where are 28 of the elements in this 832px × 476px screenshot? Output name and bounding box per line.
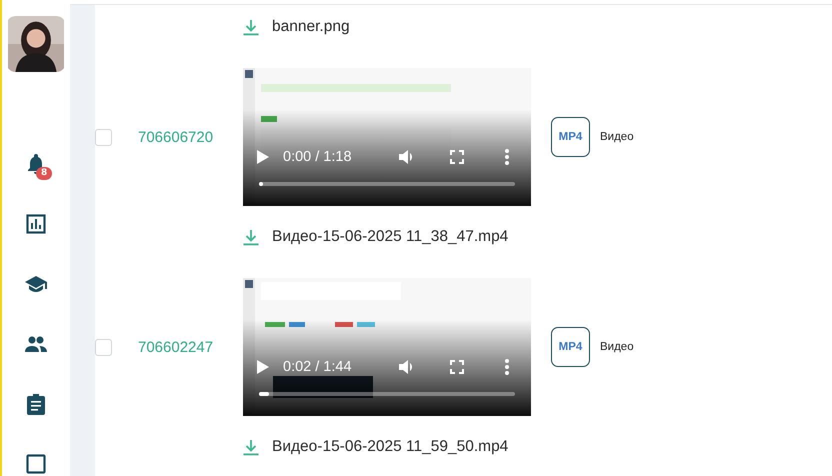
more-icon[interactable]: [505, 149, 509, 165]
file-type-label: Видео: [600, 131, 634, 143]
count-badge: 8: [36, 167, 52, 180]
download-icon[interactable]: [243, 228, 259, 246]
download-icon[interactable]: [243, 18, 259, 36]
fullscreen-icon[interactable]: [450, 360, 464, 374]
video-time: 0:02 / 1:44: [283, 359, 352, 375]
row-checkbox[interactable]: [95, 128, 112, 146]
progress-fill[interactable]: [259, 392, 270, 396]
more-icon[interactable]: [505, 359, 509, 375]
file-link[interactable]: Видео-15-06-2025 11_59_50.mp4: [272, 438, 508, 456]
file-link[interactable]: banner.png: [272, 18, 350, 36]
graduation-cap-icon[interactable]: [25, 275, 47, 293]
row-checkbox[interactable]: [95, 338, 112, 356]
play-icon[interactable]: [257, 360, 269, 374]
progress-fill[interactable]: [259, 182, 263, 186]
file-link[interactable]: Видео-15-06-2025 11_38_47.mp4: [272, 228, 508, 246]
mp4-file-icon: MP4: [551, 117, 590, 157]
download-icon[interactable]: [243, 438, 259, 456]
play-icon[interactable]: [257, 150, 269, 164]
square-icon[interactable]: [26, 454, 46, 474]
fullscreen-icon[interactable]: [450, 150, 464, 164]
people-icon[interactable]: [25, 336, 47, 352]
file-type-label: Видео: [600, 341, 634, 353]
mp4-file-icon: MP4: [551, 327, 590, 367]
chart-icon[interactable]: [26, 214, 46, 234]
clipboard-icon[interactable]: [27, 393, 45, 415]
video-time: 0:00 / 1:18: [283, 149, 352, 165]
